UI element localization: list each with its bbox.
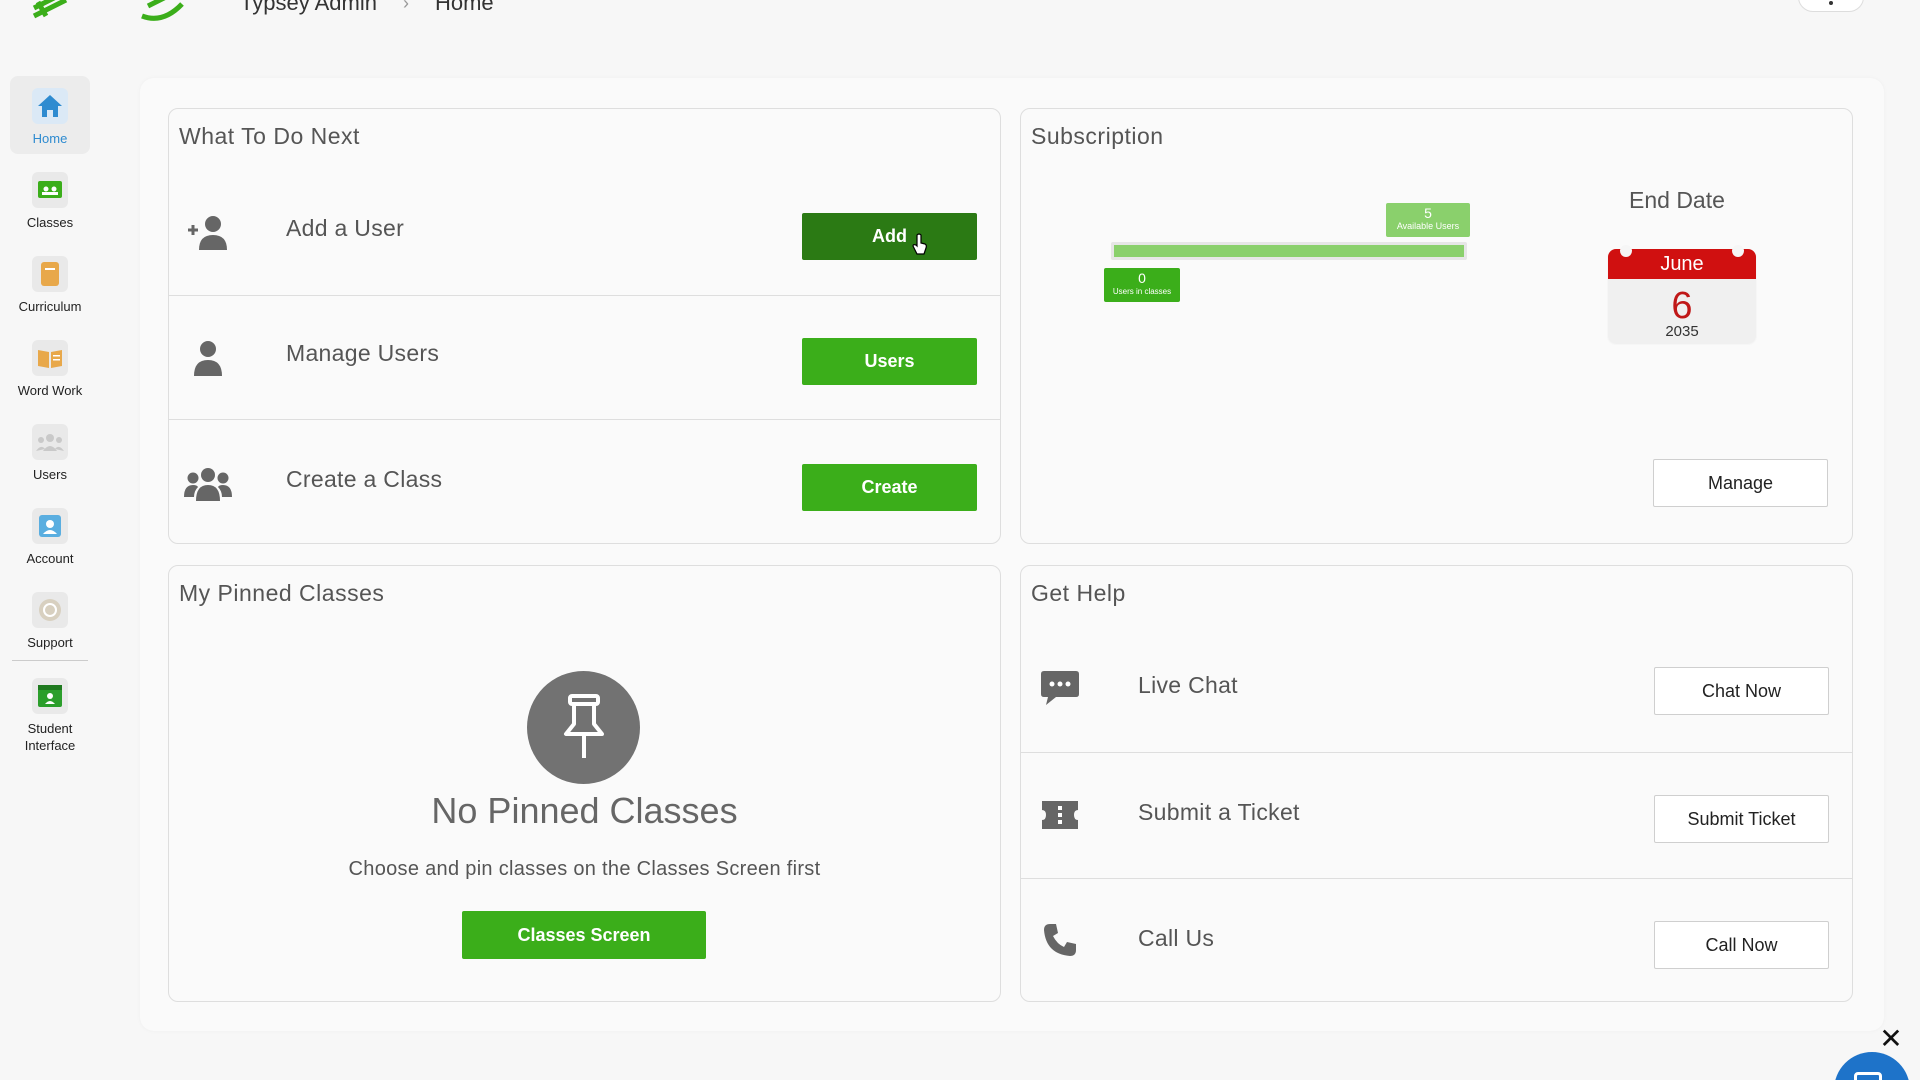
todo-title: What To Do Next <box>179 123 360 149</box>
sidebar: Home Classes Curriculum Word Work Users … <box>0 70 100 1080</box>
hand-cursor-icon <box>912 233 927 255</box>
todo-row-manage-users: Manage Users Users <box>169 295 1000 419</box>
sidebar-divider <box>12 660 88 661</box>
todo-row-add-user: Add a User Add <box>169 171 1000 295</box>
pinned-classes-card: My Pinned Classes No Pinned Classes Choo… <box>168 565 1001 1002</box>
breadcrumb: Typsey Admin › Home <box>240 0 494 16</box>
sidebar-item-users[interactable]: Users <box>10 412 90 490</box>
sidebar-item-label: Account <box>26 551 74 566</box>
available-users-tag: 5 Available Users <box>1386 203 1470 237</box>
sidebar-item-label: Support <box>27 635 73 650</box>
curriculum-icon <box>32 256 68 292</box>
sidebar-item-home[interactable]: Home <box>10 76 90 154</box>
typsey-logo-icon[interactable] <box>28 0 74 22</box>
available-users-label: Available Users <box>1396 221 1460 231</box>
phone-icon <box>1035 915 1085 965</box>
get-help-card: Get Help Live Chat Chat Now Submit a Tic… <box>1020 565 1853 1002</box>
users-in-classes-tag: 0 Users in classes <box>1104 268 1180 302</box>
help-row-submit-ticket: Submit a Ticket Submit Ticket <box>1021 752 1852 878</box>
sidebar-item-support[interactable]: Support <box>10 580 90 658</box>
word-work-icon <box>32 340 68 376</box>
breadcrumb-separator: › <box>402 0 409 13</box>
subscription-card: Subscription 5 Available Users 0 Users i… <box>1020 108 1853 544</box>
add-user-button[interactable]: Add <box>802 213 977 260</box>
more-dots-icon <box>1829 1 1833 5</box>
sidebar-item-label: Curriculum <box>18 299 82 314</box>
chat-now-button[interactable]: Chat Now <box>1654 667 1829 715</box>
chat-widget-button[interactable] <box>1834 1052 1910 1080</box>
help-row-label: Submit a Ticket <box>1138 799 1300 825</box>
available-users-count: 5 <box>1424 205 1432 221</box>
classes-icon <box>32 172 68 208</box>
todo-row-create-class: Create a Class Create <box>169 419 1000 543</box>
add-user-icon <box>183 208 233 258</box>
pinned-title: My Pinned Classes <box>179 580 385 606</box>
sidebar-item-word-work[interactable]: Word Work <box>10 328 90 406</box>
group-icon <box>183 459 233 509</box>
calendar-ring-icon <box>1732 245 1744 257</box>
help-title: Get Help <box>1031 580 1126 606</box>
todo-card: What To Do Next Add a User Add Manage Us… <box>168 108 1001 544</box>
brand-logo-icon <box>141 0 184 21</box>
close-icon[interactable]: ✕ <box>1877 1025 1905 1053</box>
create-class-button[interactable]: Create <box>802 464 977 511</box>
sidebar-item-student-interface[interactable]: Student Interface <box>10 666 90 760</box>
sidebar-item-label: Home <box>32 131 68 146</box>
users-in-classes-count: 0 <box>1138 270 1146 286</box>
ticket-icon <box>1035 790 1085 840</box>
sidebar-item-label: Users <box>33 467 67 482</box>
todo-row-label: Create a Class <box>286 466 443 492</box>
manage-subscription-button[interactable]: Manage <box>1653 459 1828 507</box>
main-content: What To Do Next Add a User Add Manage Us… <box>140 78 1884 1031</box>
more-menu-button[interactable] <box>1798 0 1864 12</box>
sidebar-item-label: Student Interface <box>24 721 76 753</box>
todo-row-label: Add a User <box>286 215 405 241</box>
breadcrumb-current: Home <box>434 0 494 15</box>
calendar-year: 2035 <box>1665 323 1699 340</box>
account-icon <box>32 508 68 544</box>
sidebar-item-classes[interactable]: Classes <box>10 160 90 238</box>
top-bar: Typsey Admin › Home <box>0 0 1920 21</box>
help-row-label: Call Us <box>1138 925 1215 951</box>
todo-row-label: Manage Users <box>286 340 440 366</box>
available-users-fill <box>1114 245 1464 257</box>
subscription-usage-bar <box>1111 242 1467 260</box>
calendar-day: 6 <box>1671 285 1693 327</box>
breadcrumb-root[interactable]: Typsey Admin <box>240 0 377 16</box>
end-date-calendar: June 6 2035 <box>1608 249 1756 343</box>
no-pinned-classes-title: No Pinned Classes <box>431 790 738 831</box>
users-icon <box>32 424 68 460</box>
call-now-button[interactable]: Call Now <box>1654 921 1829 969</box>
sidebar-item-account[interactable]: Account <box>10 496 90 574</box>
support-icon <box>32 592 68 628</box>
sidebar-item-curriculum[interactable]: Curriculum <box>10 244 90 322</box>
help-row-label: Live Chat <box>1138 672 1238 698</box>
subscription-title: Subscription <box>1031 123 1164 149</box>
pushpin-icon <box>527 671 640 784</box>
chat-bubble-icon <box>1035 663 1085 713</box>
help-row-live-chat: Live Chat Chat Now <box>1021 626 1852 752</box>
users-in-classes-label: Users in classes <box>1112 287 1172 296</box>
student-interface-icon <box>32 678 68 714</box>
users-button[interactable]: Users <box>802 338 977 385</box>
user-icon <box>183 333 233 383</box>
calendar-ring-icon <box>1620 245 1632 257</box>
end-date-label: End Date <box>1629 187 1725 213</box>
no-pinned-classes-description: Choose and pin classes on the Classes Sc… <box>348 858 821 880</box>
chat-widget-icon <box>1854 1072 1882 1080</box>
classes-screen-button[interactable]: Classes Screen <box>462 911 706 959</box>
sidebar-item-label: Classes <box>26 215 74 230</box>
help-row-call-us: Call Us Call Now <box>1021 878 1852 1004</box>
submit-ticket-button[interactable]: Submit Ticket <box>1654 795 1829 843</box>
home-icon <box>32 88 68 124</box>
sidebar-item-label: Word Work <box>17 383 83 398</box>
